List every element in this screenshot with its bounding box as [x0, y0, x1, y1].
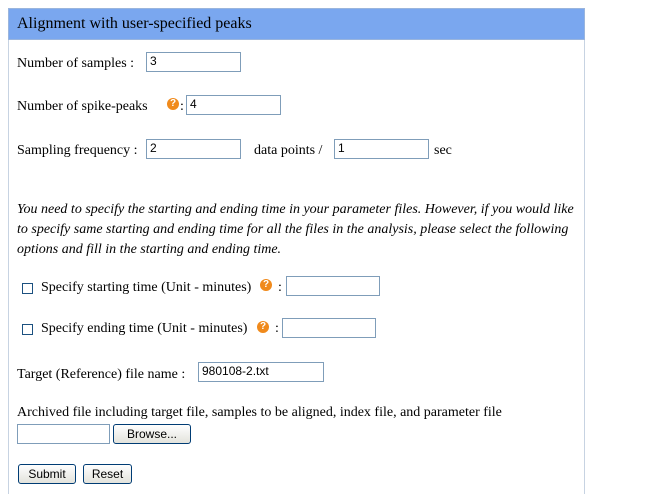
panel-header: Alignment with user-specified peaks — [8, 8, 585, 40]
browse-button[interactable]: Browse... — [113, 424, 191, 444]
help-icon[interactable]: ? — [260, 279, 272, 291]
spike-peaks-colon: : — [180, 99, 184, 114]
sampling-frequency-label: Sampling frequency : — [17, 143, 138, 158]
start-time-colon: : — [278, 280, 282, 295]
sampling-points-input[interactable]: 2 — [146, 139, 241, 159]
end-time-checkbox[interactable] — [22, 324, 33, 335]
target-file-label: Target (Reference) file name : — [17, 367, 186, 382]
start-time-checkbox[interactable] — [22, 283, 33, 294]
spike-peaks-label: Number of spike-peaks — [17, 99, 148, 114]
help-icon[interactable]: ? — [167, 98, 179, 110]
sec-unit-label: sec — [434, 143, 452, 158]
end-time-input[interactable] — [282, 318, 376, 338]
sampling-seconds-input[interactable]: 1 — [334, 139, 429, 159]
samples-label: Number of samples : — [17, 56, 135, 71]
page-title: Alignment with user-specified peaks — [17, 15, 252, 32]
samples-input[interactable]: 3 — [146, 52, 241, 72]
archive-file-label: Archived file including target file, sam… — [17, 405, 502, 420]
target-file-input[interactable]: 980108-2.txt — [198, 362, 324, 382]
spike-peaks-input[interactable]: 4 — [186, 95, 281, 115]
instructions-note: You need to specify the starting and end… — [17, 202, 574, 257]
submit-button[interactable]: Submit — [18, 464, 76, 484]
end-time-colon: : — [275, 321, 279, 336]
end-time-label: Specify ending time (Unit - minutes) — [41, 321, 248, 336]
start-time-label: Specify starting time (Unit - minutes) — [41, 280, 252, 295]
start-time-input[interactable] — [286, 276, 380, 296]
help-icon[interactable]: ? — [257, 321, 269, 333]
data-points-label: data points / — [254, 143, 323, 158]
archive-file-input[interactable] — [17, 424, 110, 444]
reset-button[interactable]: Reset — [83, 464, 132, 484]
